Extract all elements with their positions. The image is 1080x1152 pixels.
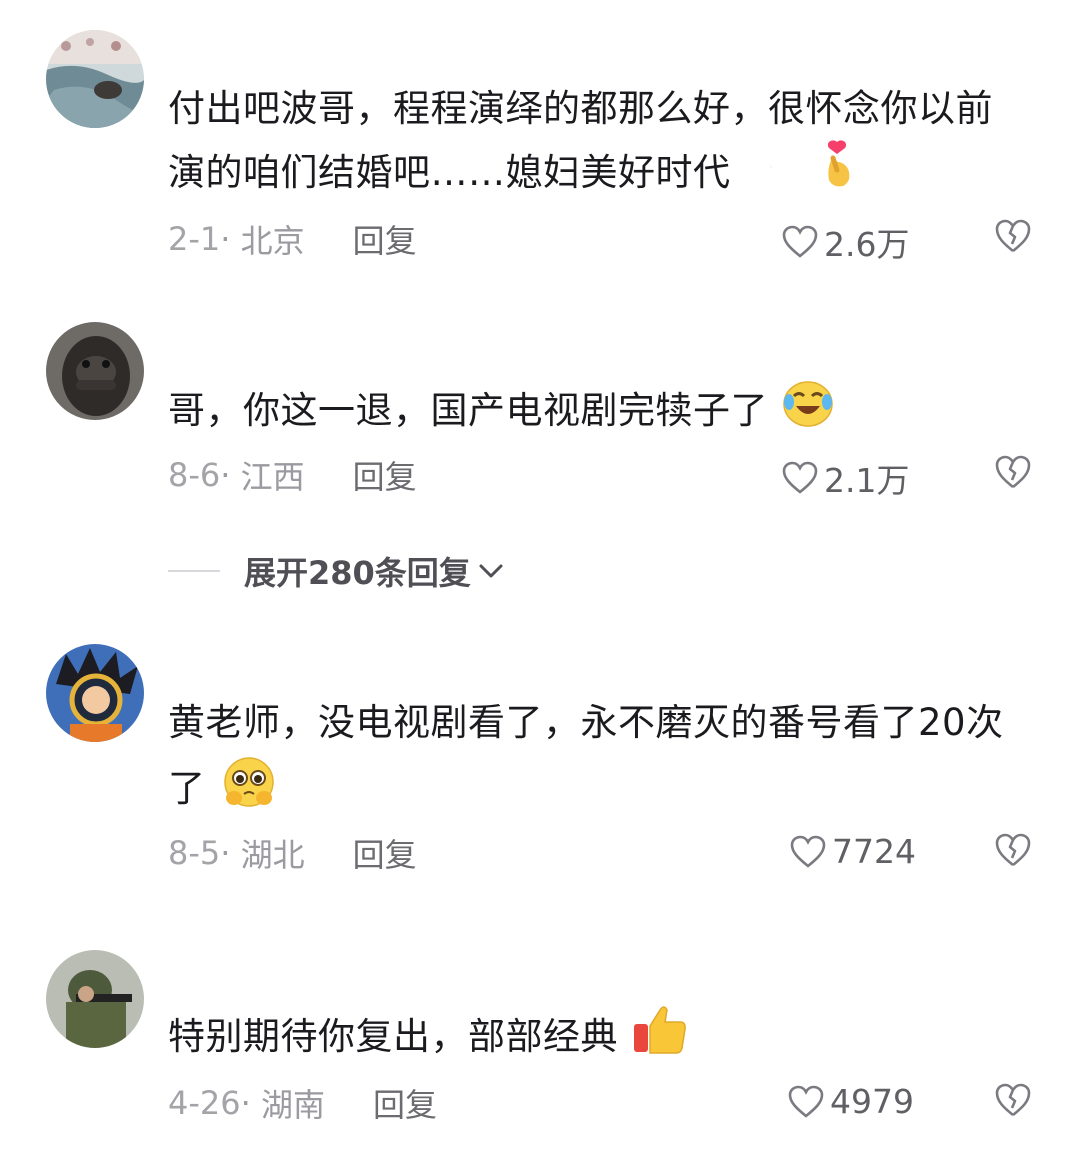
comment-date: 2-1 [168,220,221,258]
comment-meta: 4-26 · 湖南 回复 [168,1080,437,1126]
like-button[interactable]: 2.1万 [782,454,909,502]
comment-body: 特别期待你复出，部部经典 [168,1015,618,1058]
expand-replies-label: 展开280条回复 [244,554,471,592]
dislike-broken-heart-icon[interactable] [994,1082,1032,1118]
comment-meta: 2-1 · 北京 回复 [168,216,417,262]
comment-location: 湖北 [240,836,305,874]
like-count: 2.6万 [824,225,910,264]
laughing-crying-face-icon [782,378,834,447]
reply-button[interactable]: 回复 [353,452,417,498]
avatar[interactable] [46,30,144,128]
geili-sticker-icon: 给力 [745,144,805,206]
like-count: 4979 [830,1082,914,1121]
chevron-down-icon [479,564,503,578]
comment-text: 哥，你这一退，国产电视剧完犊子了 [168,378,1018,447]
like-button[interactable]: 7724 [790,832,916,871]
comment-text: 付出吧波哥，程程演绎的都那么好，很怀念你以前演的咱们结婚吧……媳妇美好时代 给力 [168,78,1018,209]
comment-text: 黄老师，没电视剧看了，永不磨灭的番号看了20次了 [168,692,1018,827]
expand-replies-button[interactable]: 展开280条回复 [168,548,505,594]
comment-date: 4-26 [168,1084,241,1122]
comment-body: 付出吧波哥，程程演绎的都那么好，很怀念你以前演的咱们结婚吧……媳妇美好时代 [168,87,993,194]
dislike-broken-heart-icon[interactable] [994,832,1032,868]
dislike-broken-heart-icon[interactable] [994,454,1032,490]
pleading-face-icon [220,754,278,827]
separator-dot: · [220,220,241,258]
avatar[interactable] [46,644,144,742]
like-count: 7724 [832,832,916,871]
comment-location: 北京 [240,222,305,260]
comment-meta: 8-5 · 湖北 回复 [168,830,417,876]
divider [168,570,220,572]
heart-icon [782,461,818,494]
like-count: 2.1万 [824,461,910,500]
separator-dot: · [220,456,241,494]
avatar[interactable] [46,322,144,420]
comment-text: 特别期待你复出，部部经典 [168,1002,1018,1075]
comment-body: 哥，你这一退，国产电视剧完犊子了 [168,389,768,432]
geili-sticker-label: 给力 [747,157,798,185]
heart-icon [788,1085,824,1118]
heart-icon [790,835,826,868]
like-button[interactable]: 4979 [788,1082,914,1121]
comment-date: 8-6 [168,456,221,494]
separator-dot: · [220,834,241,872]
reply-button[interactable]: 回复 [353,216,417,262]
comment-location: 湖南 [260,1086,325,1124]
comment-meta: 8-6 · 江西 回复 [168,452,417,498]
separator-dot: · [240,1084,261,1122]
reply-button[interactable]: 回复 [353,830,417,876]
comment-location: 江西 [240,458,305,496]
like-button[interactable]: 2.6万 [782,218,909,266]
dislike-broken-heart-icon[interactable] [994,218,1032,254]
comment-body: 黄老师，没电视剧看了，永不磨灭的番号看了20次了 [168,701,1004,810]
finger-heart-icon [819,140,855,209]
comment-date: 8-5 [168,834,221,872]
reply-button[interactable]: 回复 [373,1080,437,1126]
avatar[interactable] [46,950,144,1048]
thumbs-up-icon [632,1002,688,1075]
heart-icon [782,225,818,258]
